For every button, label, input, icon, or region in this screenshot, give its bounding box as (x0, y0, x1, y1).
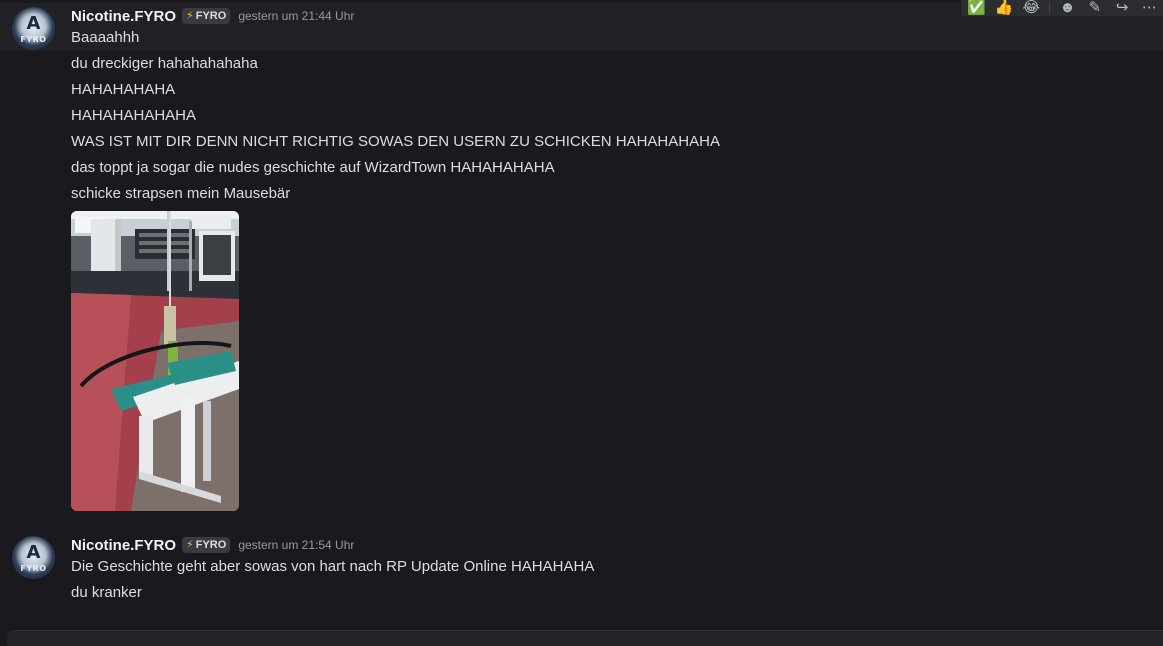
guild-tag[interactable]: ⚡ FYRO (182, 8, 231, 24)
avatar[interactable]: A FYRO (12, 536, 55, 579)
avatar-letter: A (26, 542, 41, 563)
avatar-label: FYRO (20, 35, 47, 44)
timestamp[interactable]: gestern um 21:44 Uhr (238, 9, 354, 23)
message-line: HAHAHAHAHAHA (71, 107, 197, 124)
message-line: du kranker (71, 584, 142, 601)
message-line: du dreckiger hahahahahaha (71, 55, 258, 72)
image-attachment[interactable] (71, 211, 239, 511)
message-hover-toolbar: ✅ 👍 😂 ☻ ✎ ↪ ⋯ (960, 0, 1163, 17)
thumbs-up-emoji[interactable]: 👍 (990, 0, 1017, 16)
guild-tag-label: FYRO (195, 539, 227, 551)
message-line: Die Geschichte geht aber sowas von hart … (71, 558, 595, 575)
timestamp[interactable]: gestern um 21:54 Uhr (238, 538, 354, 552)
more-options-icon[interactable]: ⋯ (1136, 0, 1163, 16)
message-header: Nicotine.FYRO ⚡ FYRO gestern um 21:54 Uh… (71, 534, 354, 556)
toolbar-divider (1048, 2, 1050, 14)
forward-icon[interactable]: ↪ (1108, 0, 1135, 16)
add-reaction-icon[interactable]: ☻ (1054, 0, 1081, 16)
guild-tag[interactable]: ⚡ FYRO (182, 537, 231, 553)
message-line: das toppt ja sogar die nudes geschichte … (71, 159, 555, 176)
chat-messages: A FYRO Nicotine.FYRO ⚡ FYRO gestern um 2… (0, 0, 1163, 646)
check-mark-emoji[interactable]: ✅ (963, 0, 990, 16)
avatar-label: FYRO (20, 564, 47, 573)
laughing-tears-emoji[interactable]: 😂 (1018, 0, 1045, 16)
message-line: schicke strapsen mein Mausebär (71, 185, 291, 202)
message-input-bar[interactable] (7, 630, 1163, 646)
message-line: WAS IST MIT DIR DENN NICHT RICHTIG SOWAS… (71, 133, 720, 150)
guild-tag-label: FYRO (195, 10, 227, 22)
lightning-icon: ⚡ (186, 10, 194, 22)
username[interactable]: Nicotine.FYRO (71, 537, 176, 554)
message-header: Nicotine.FYRO ⚡ FYRO gestern um 21:44 Uh… (71, 5, 354, 27)
lightning-icon: ⚡ (186, 539, 194, 551)
message-line: Baaaahhh (71, 29, 140, 46)
username[interactable]: Nicotine.FYRO (71, 8, 176, 25)
gym-photo (71, 211, 239, 511)
avatar[interactable]: A FYRO (12, 7, 55, 50)
edit-icon[interactable]: ✎ (1081, 0, 1108, 16)
message-line: HAHAHAHAHA (71, 81, 176, 98)
avatar-letter: A (26, 13, 41, 34)
